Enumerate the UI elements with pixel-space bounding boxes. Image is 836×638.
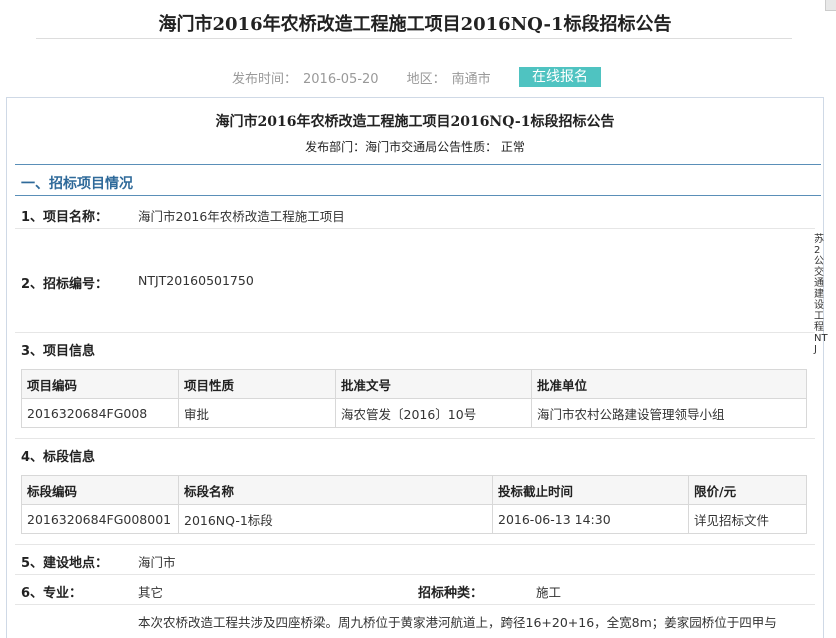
section-heading: 一、招标项目情况 (15, 164, 821, 196)
col-header: 批准单位 (531, 369, 807, 399)
lot-info-table: 标段编码 标段名称 投标截止时间 限价/元 2016320684FG008001… (21, 475, 807, 534)
col-header: 限价/元 (688, 475, 807, 505)
divider (15, 604, 815, 605)
tender-type-value: 施工 (536, 585, 562, 600)
cell: 2016-06-13 14:30 (492, 504, 689, 534)
divider (15, 228, 815, 229)
description-text: 本次农桥改造工程共涉及四座桥梁。周九桥位于黄家港河航道上，跨径16+20+16，… (138, 615, 777, 630)
tender-no-value: NTJT20160501750 (138, 273, 254, 288)
col-header: 项目编码 (21, 369, 179, 399)
location-label: 5、建设地点： (21, 556, 109, 571)
project-name-value: 海门市2016年农桥改造工程施工项目 (138, 209, 345, 224)
cell: 海农管发〔2016〕10号 (335, 398, 532, 428)
publish-date: 2016-05-20 (303, 72, 379, 87)
col-header: 标段编码 (21, 475, 179, 505)
tender-no-label: 2、招标编号： (21, 277, 109, 292)
specialty-label: 6、专业： (21, 586, 83, 601)
col-header: 批准文号 (335, 369, 532, 399)
cell: 详见招标文件 (688, 504, 807, 534)
panel-subtitle: 发布部门：海门市交通局公告性质： 正常 (305, 140, 525, 154)
table-row: 2016320684FG008001 2016NQ-1标段 2016-06-13… (21, 504, 807, 534)
cell: 2016NQ-1标段 (178, 504, 493, 534)
table-header-row: 标段编码 标段名称 投标截止时间 限价/元 (21, 475, 807, 505)
cell: 审批 (178, 398, 336, 428)
region-label: 地区： (406, 72, 446, 87)
cell: 2016320684FG008 (21, 398, 179, 428)
panel-title: 海门市2016年农桥改造工程施工项目2016NQ-1标段招标公告 (215, 114, 615, 130)
region-value: 南通市 (451, 72, 491, 87)
table-header-row: 项目编码 项目性质 批准文号 批准单位 (21, 369, 807, 399)
divider (15, 544, 815, 545)
divider (15, 574, 815, 575)
specialty-value: 其它 (138, 585, 164, 600)
meta-row: 发布时间： 2016-05-20 地区： 南通市 (232, 68, 497, 87)
side-tooltip-text: 苏2公交通建设工程NTJ (814, 234, 828, 355)
scrollbar-corner[interactable] (825, 0, 836, 11)
cell: 海门市农村公路建设管理领导小组 (531, 398, 807, 428)
location-value: 海门市 (138, 555, 176, 570)
table-row: 2016320684FG008 审批 海农管发〔2016〕10号 海门市农村公路… (21, 398, 807, 428)
project-name-label: 1、项目名称： (21, 210, 109, 225)
tender-type-label: 招标种类： (418, 586, 484, 601)
col-header: 标段名称 (178, 475, 493, 505)
project-info-table: 项目编码 项目性质 批准文号 批准单位 2016320684FG008 审批 海… (21, 369, 807, 428)
online-register-button[interactable]: 在线报名 (519, 67, 601, 87)
col-header: 项目性质 (178, 369, 336, 399)
divider (15, 332, 815, 333)
project-info-label: 3、项目信息 (21, 344, 96, 359)
cell: 2016320684FG008001 (21, 504, 179, 534)
notice-panel: 海门市2016年农桥改造工程施工项目2016NQ-1标段招标公告 发布部门：海门… (6, 97, 824, 638)
publish-label: 发布时间： (232, 72, 298, 87)
divider (15, 438, 815, 439)
col-header: 投标截止时间 (492, 475, 689, 505)
lot-info-label: 4、标段信息 (21, 450, 96, 465)
title-divider (36, 38, 792, 39)
page-title: 海门市2016年农桥改造工程施工项目2016NQ-1标段招标公告 (158, 14, 672, 35)
